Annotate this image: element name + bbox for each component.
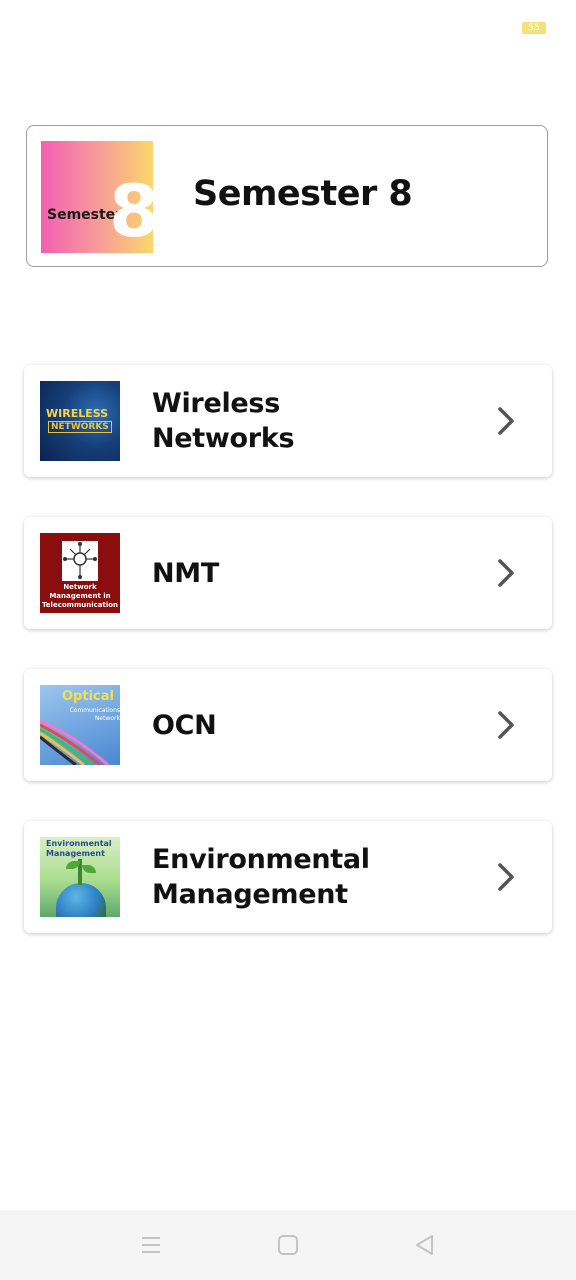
ocn-thumbnail: Optical Communications Network (40, 685, 120, 765)
subject-name-text: NMT (152, 557, 219, 589)
subject-name: NMT (152, 517, 472, 629)
thumb-caption: Network Management in Telecommunication (41, 583, 119, 609)
semester-title: Semester 8 (193, 174, 413, 214)
semester-thumb-number: 8 (109, 169, 160, 253)
semester-header-card[interactable]: Semester 8 Semester 8 (26, 125, 548, 267)
subject-card-environmental-management[interactable]: Environmental Management Environmental M… (24, 821, 552, 933)
subject-card-ocn[interactable]: Optical Communications Network OCN (24, 669, 552, 781)
thumb-text: NETWORKS (48, 421, 112, 433)
battery-indicator: 55 (522, 22, 546, 34)
leaf-icon (82, 865, 96, 873)
thumb-text: Optical (62, 689, 114, 704)
back-triangle-icon[interactable] (412, 1232, 438, 1258)
chevron-right-icon[interactable] (494, 863, 518, 891)
screen: 55 Semester 8 Semester 8 WIRELESS NETWOR… (0, 0, 576, 1280)
subject-name: OCN (152, 669, 472, 781)
chevron-right-icon[interactable] (494, 407, 518, 435)
subject-card-nmt[interactable]: Network Management in Telecommunication … (24, 517, 552, 629)
wireless-networks-thumbnail: WIRELESS NETWORKS (40, 381, 120, 461)
chevron-right-icon[interactable] (494, 559, 518, 587)
subject-name: Wireless Networks (152, 365, 472, 477)
nmt-thumbnail: Network Management in Telecommunication (40, 533, 120, 613)
thumb-text: Communications Network (69, 707, 120, 722)
globe-icon (56, 883, 106, 917)
subject-name-text: Wireless Networks (152, 388, 295, 454)
subject-name-text: OCN (152, 709, 217, 741)
subject-card-wireless-networks[interactable]: WIRELESS NETWORKS Wireless Networks (24, 365, 552, 477)
subject-name-text: Environmental Management (152, 844, 370, 910)
chevron-right-icon[interactable] (494, 711, 518, 739)
menu-icon[interactable] (138, 1232, 164, 1258)
system-navigation-bar (0, 1210, 576, 1280)
subject-name: Environmental Management (152, 821, 472, 933)
thumb-text: WIRELESS (46, 407, 109, 420)
environmental-management-thumbnail: Environmental Management (40, 837, 120, 917)
network-diagram-icon (62, 541, 98, 581)
semester-thumbnail: Semester 8 (41, 141, 159, 253)
thumb-text: Environmental Management (46, 839, 112, 858)
home-square-icon[interactable] (275, 1232, 301, 1258)
